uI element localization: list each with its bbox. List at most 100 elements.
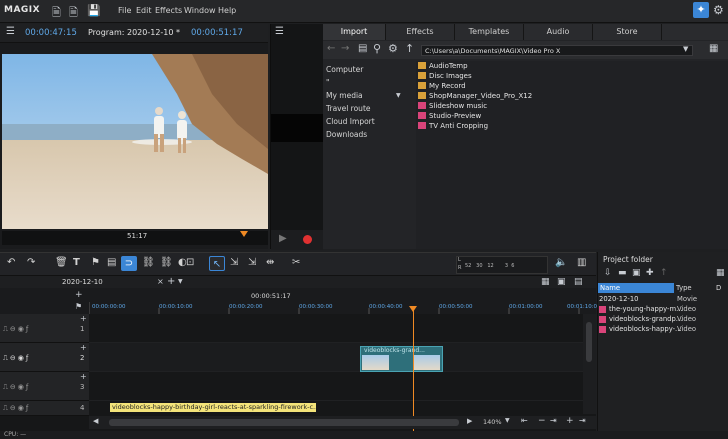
back-icon[interactable]: ← <box>327 43 335 54</box>
add-icon[interactable]: + <box>80 314 87 323</box>
view-icon[interactable]: ▦ <box>541 277 550 287</box>
tab-effects[interactable]: Effects <box>386 24 455 40</box>
track-controls-icon[interactable]: ⎍⊖◉ƒ <box>3 383 30 392</box>
view-icon[interactable]: ▣ <box>557 277 566 287</box>
add-icon[interactable]: ✚ <box>646 268 654 278</box>
source-preview[interactable] <box>271 114 323 142</box>
file-item[interactable]: ShopManager_Video_Pro_X12 <box>418 92 532 100</box>
tab-store[interactable]: Store <box>593 24 662 40</box>
project-row[interactable]: the-young-happy-m... Video <box>598 305 728 314</box>
search-icon[interactable]: ⚲ <box>373 42 381 55</box>
track-header-3[interactable]: ⎍⊖◉ƒ 3 + <box>0 372 89 401</box>
tree-item-cloud-import[interactable]: Cloud Import <box>326 117 375 126</box>
track-header-1[interactable]: ⎍⊖◉ƒ 1 + <box>0 314 89 343</box>
zoom-fit-icon[interactable]: ⇥ <box>550 416 557 425</box>
delete-icon[interactable]: 🗑 <box>55 257 68 268</box>
scroll-thumb[interactable] <box>586 322 592 362</box>
zoom-in-icon[interactable]: + <box>566 416 574 426</box>
folder-icon[interactable]: ▬ <box>618 268 627 278</box>
menu-file[interactable]: File <box>118 6 131 15</box>
track-row-2[interactable] <box>89 343 583 372</box>
volume-icon[interactable]: 🔈 <box>555 257 567 268</box>
add-icon[interactable]: + <box>80 372 87 381</box>
track-row-3[interactable] <box>89 372 583 401</box>
settings-icon[interactable]: ⚙ <box>388 42 398 55</box>
mode-icon[interactable]: ⇹ <box>266 257 274 268</box>
timeline-tab[interactable]: 2020-12-10 <box>62 278 103 286</box>
marker-icon[interactable]: ⚑ <box>75 302 82 311</box>
save-icon[interactable]: 💾 <box>87 4 101 17</box>
play-icon[interactable]: ▶ <box>279 233 287 244</box>
file-item[interactable]: Disc Images <box>418 72 472 80</box>
project-row[interactable]: videoblocks-grandp... Video <box>598 315 728 324</box>
zoom-out-icon[interactable]: − <box>538 416 546 426</box>
grid-view-icon[interactable]: ▦ <box>716 268 725 278</box>
track-row-1[interactable] <box>89 314 583 343</box>
record-icon[interactable] <box>303 235 312 244</box>
forward-icon[interactable]: → <box>341 43 349 54</box>
track-controls-icon[interactable]: ⎍⊖◉ƒ <box>3 325 30 334</box>
column-header-type[interactable]: Type <box>676 284 692 292</box>
zoom-level[interactable]: 140% <box>483 418 502 426</box>
chevron-down-icon[interactable]: ▼ <box>396 92 401 99</box>
undo-icon[interactable]: ↶ <box>7 257 15 268</box>
video-preview[interactable] <box>2 54 268 229</box>
add-track-icon[interactable]: + <box>75 290 83 300</box>
menu-window[interactable]: Window <box>184 6 216 15</box>
open-file-icon[interactable]: 🗎 <box>69 4 78 23</box>
tree-item-travel-route[interactable]: Travel route <box>326 104 371 113</box>
chevron-down-icon[interactable]: ▼ <box>505 417 510 424</box>
playhead-marker[interactable] <box>240 231 248 237</box>
redo-icon[interactable]: ↷ <box>27 257 35 268</box>
track-header-4[interactable]: ⎍⊖◉ƒ 4 <box>0 401 89 416</box>
scrub-bar[interactable]: 51:17 <box>2 231 268 245</box>
playhead-handle[interactable] <box>409 306 417 312</box>
add-icon[interactable]: + <box>80 343 87 352</box>
zoom-fit-icon[interactable]: ⇥ <box>579 416 586 425</box>
playhead-line[interactable] <box>413 306 414 431</box>
mixer-icon[interactable]: ▥ <box>577 257 586 268</box>
up-icon[interactable]: ↑ <box>660 268 668 278</box>
vertical-scrollbar[interactable] <box>583 314 596 414</box>
chevron-down-icon[interactable]: ▼ <box>178 278 183 285</box>
mode-icon[interactable]: ⇲ <box>248 257 256 268</box>
track-controls-icon[interactable]: ⎍⊖◉ƒ <box>3 354 30 363</box>
menu-help[interactable]: Help <box>218 6 236 15</box>
view-icon[interactable]: ▤ <box>574 277 583 287</box>
marker-icon[interactable]: ⚑ <box>91 257 100 268</box>
tree-item-computer[interactable]: Computer <box>326 65 363 74</box>
close-icon[interactable]: × <box>157 277 164 286</box>
zoom-fit-icon[interactable]: ⇤ <box>521 416 528 425</box>
up-folder-icon[interactable]: ↑ <box>405 42 414 55</box>
position-timecode[interactable]: 00:00:47:15 <box>25 28 77 38</box>
project-row[interactable]: 2020-12-10 Movie <box>598 295 728 304</box>
grid-view-icon[interactable]: ▦ <box>709 43 718 54</box>
gear-icon[interactable]: ⚙ <box>713 3 724 17</box>
add-tab-icon[interactable]: + <box>167 276 175 287</box>
tree-item-downloads[interactable]: Downloads <box>326 130 367 139</box>
tab-templates[interactable]: Templates <box>455 24 524 40</box>
project-row[interactable]: videoblocks-happy-... Video <box>598 325 728 334</box>
menu-effects[interactable]: Effects <box>155 6 182 15</box>
file-item[interactable]: TV Anti Cropping <box>418 122 488 130</box>
file-item[interactable]: AudioTemp <box>418 62 468 70</box>
unlink-icon[interactable]: ⛓ <box>160 257 173 268</box>
import-icon[interactable]: ⇩ <box>604 268 612 278</box>
cut-icon[interactable]: ✂ <box>292 257 300 268</box>
burst-mode-icon[interactable]: ✦ <box>693 2 709 18</box>
tree-item-quote[interactable]: " <box>326 78 329 87</box>
scroll-right-icon[interactable]: ▶ <box>467 417 472 425</box>
text-clip[interactable]: videoblocks-happy-birthday-girl-reacts-a… <box>110 403 316 412</box>
timeline-ruler[interactable]: 00:00:51:17 00:00:00:00 00:00:10:00 00:0… <box>89 288 601 314</box>
tab-audio[interactable]: Audio <box>524 24 593 40</box>
track-controls-icon[interactable]: ⎍⊖◉ƒ <box>3 404 30 413</box>
pointer-icon[interactable]: ↖ <box>209 256 225 271</box>
mode-icon[interactable]: ⇲ <box>230 257 238 268</box>
file-item[interactable]: Slideshow music <box>418 102 487 110</box>
insert-icon[interactable]: ⊡ <box>186 257 194 268</box>
duration-timecode[interactable]: 00:00:51:17 <box>191 28 243 38</box>
chevron-down-icon[interactable]: ▼ <box>683 45 688 53</box>
new-file-icon[interactable]: 🗎 <box>52 4 61 23</box>
group-icon[interactable]: ▤ <box>107 257 116 268</box>
scroll-left-icon[interactable]: ◀ <box>93 417 98 425</box>
